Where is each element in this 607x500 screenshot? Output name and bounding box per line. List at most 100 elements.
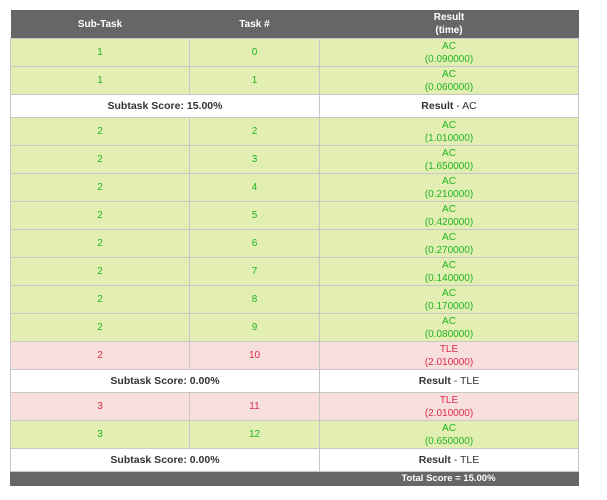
test-row: 3 11 TLE (2.010000) <box>10 392 579 421</box>
subtask-cell: 3 <box>10 392 190 421</box>
subtask-cell: 2 <box>10 257 190 286</box>
task-cell: 0 <box>189 38 320 67</box>
subtask-result-sep: - <box>450 374 460 387</box>
total-score: Total Score = 15.00% <box>401 473 496 484</box>
subtask-cell: 1 <box>10 66 190 95</box>
task-cell: 3 <box>189 145 320 174</box>
subtask-cell: 2 <box>10 313 190 342</box>
result-cell: AC (0.060000) <box>319 66 579 95</box>
test-row: 2 8 AC (0.170000) <box>10 285 579 314</box>
test-row: 2 10 TLE (2.010000) <box>10 341 579 370</box>
verdict-text: AC <box>442 203 456 215</box>
time-text: (0.210000) <box>424 188 474 200</box>
time-text: (0.270000) <box>424 244 474 256</box>
subtask-score-row: Subtask Score: 0.00% Result - TLE <box>10 448 579 472</box>
verdict-text: AC <box>442 147 456 159</box>
table-header-row: Sub-Task Task # Result (time) <box>10 10 579 39</box>
result-cell: TLE (2.010000) <box>319 341 579 370</box>
time-text: (1.010000) <box>424 132 474 144</box>
time-text: (0.080000) <box>424 328 474 340</box>
verdict-text: TLE <box>439 394 459 406</box>
subtask-cell: 2 <box>10 145 190 174</box>
subtask-cell: 2 <box>10 341 190 370</box>
subtask-cell: 3 <box>10 420 190 449</box>
subtask-score-row: Subtask Score: 0.00% Result - TLE <box>10 369 579 393</box>
subtask-result-value: TLE <box>459 453 480 466</box>
subtask-cell: 2 <box>10 117 190 146</box>
subtask-result-sep: - <box>453 99 463 112</box>
result-cell: AC (1.010000) <box>319 117 579 146</box>
result-cell: AC (0.270000) <box>319 229 579 258</box>
verdict-text: AC <box>442 68 456 80</box>
task-cell: 12 <box>189 420 320 449</box>
verdict-text: AC <box>442 40 456 52</box>
header-subtask: Sub-Task <box>10 10 190 39</box>
test-row: 2 5 AC (0.420000) <box>10 201 579 230</box>
verdict-text: AC <box>442 287 456 299</box>
time-text: (0.140000) <box>424 272 474 284</box>
subtask-cell: 2 <box>10 229 190 258</box>
time-text: (0.420000) <box>424 216 474 228</box>
verdict-text: AC <box>442 422 456 434</box>
verdict-text: AC <box>442 231 456 243</box>
result-cell: AC (0.090000) <box>319 38 579 67</box>
subtask-result: Result - AC <box>319 94 579 118</box>
subtask-result-label: Result <box>418 374 451 387</box>
result-cell: AC (0.420000) <box>319 201 579 230</box>
total-row: Total Score = 15.00% <box>10 471 579 486</box>
task-cell: 2 <box>189 117 320 146</box>
subtask-score-row: Subtask Score: 15.00% Result - AC <box>10 94 579 118</box>
time-text: (1.650000) <box>424 160 474 172</box>
header-task: Task # <box>189 10 320 39</box>
subtask-result-label: Result <box>421 99 454 112</box>
time-text: (2.010000) <box>424 356 474 368</box>
time-text: (0.090000) <box>424 53 474 65</box>
test-row: 2 3 AC (1.650000) <box>10 145 579 174</box>
subtask-result-value: AC <box>462 99 477 112</box>
test-row: 3 12 AC (0.650000) <box>10 420 579 449</box>
time-text: (0.650000) <box>424 435 474 447</box>
header-result: Result (time) <box>319 10 579 39</box>
verdict-text: AC <box>442 175 456 187</box>
result-cell: TLE (2.010000) <box>319 392 579 421</box>
results-table: Sub-Task Task # Result (time) 1 0 AC (0.090… <box>10 10 579 486</box>
subtask-result-label: Result <box>418 453 451 466</box>
result-cell: AC (0.080000) <box>319 313 579 342</box>
subtask-result: Result - TLE <box>319 448 579 472</box>
subtask-result-value: TLE <box>459 374 480 387</box>
subtask-score: Subtask Score: 15.00% <box>10 94 320 118</box>
subtask-cell: 1 <box>10 38 190 67</box>
subtask-result-sep: - <box>450 453 460 466</box>
test-row: 2 7 AC (0.140000) <box>10 257 579 286</box>
time-text: (0.060000) <box>424 81 474 93</box>
result-cell: AC (0.170000) <box>319 285 579 314</box>
result-cell: AC (0.140000) <box>319 257 579 286</box>
task-cell: 6 <box>189 229 320 258</box>
task-cell: 9 <box>189 313 320 342</box>
test-row: 2 4 AC (0.210000) <box>10 173 579 202</box>
task-cell: 7 <box>189 257 320 286</box>
task-cell: 11 <box>189 392 320 421</box>
task-cell: 8 <box>189 285 320 314</box>
verdict-text: AC <box>442 315 456 327</box>
test-row: 1 1 AC (0.060000) <box>10 66 579 95</box>
time-text: (0.170000) <box>424 300 474 312</box>
verdict-text: TLE <box>439 343 459 355</box>
subtask-score: Subtask Score: 0.00% <box>10 448 320 472</box>
subtask-cell: 2 <box>10 173 190 202</box>
verdict-text: AC <box>442 259 456 271</box>
header-result-label: Result <box>433 12 465 23</box>
verdict-text: AC <box>442 119 456 131</box>
task-cell: 10 <box>189 341 320 370</box>
results-panel: Sub-Task Task # Result (time) 1 0 AC (0.090… <box>10 10 579 486</box>
subtask-cell: 2 <box>10 201 190 230</box>
total-cell: Total Score = 15.00% <box>10 471 579 486</box>
header-result-sub: (time) <box>435 25 463 36</box>
subtask-result: Result - TLE <box>319 369 579 393</box>
result-cell: AC (0.210000) <box>319 173 579 202</box>
subtask-score: Subtask Score: 0.00% <box>10 369 320 393</box>
task-cell: 1 <box>189 66 320 95</box>
test-row: 2 9 AC (0.080000) <box>10 313 579 342</box>
result-cell: AC (0.650000) <box>319 420 579 449</box>
test-row: 2 2 AC (1.010000) <box>10 117 579 146</box>
